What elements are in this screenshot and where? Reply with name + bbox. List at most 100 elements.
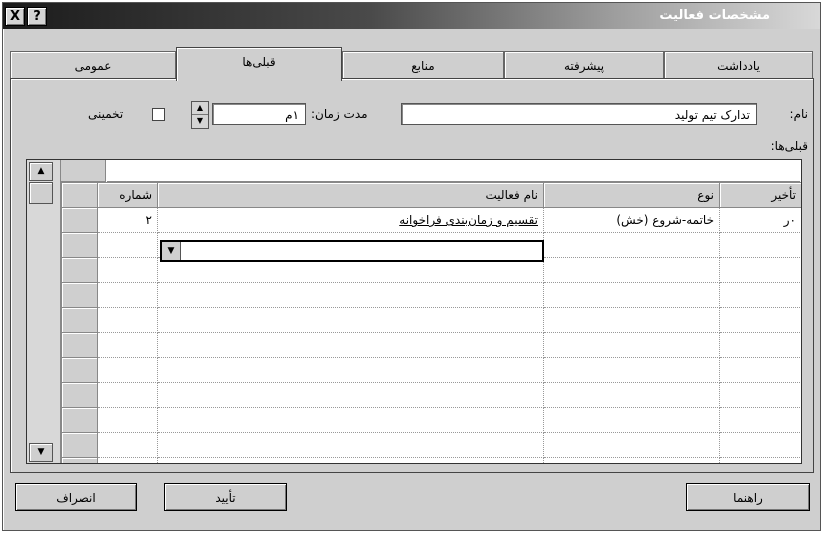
cell-id[interactable] bbox=[97, 307, 158, 333]
close-icon: X bbox=[9, 9, 21, 24]
cell-id[interactable] bbox=[97, 332, 158, 358]
cell-task-name[interactable] bbox=[157, 457, 544, 463]
cell-lag[interactable] bbox=[719, 257, 801, 283]
cell-task-name[interactable]: تقسیم و زمان‌بندی فراخوانه bbox=[157, 207, 544, 233]
cell-lag[interactable] bbox=[719, 332, 801, 358]
tab-strip: عمومی قبلی‌ها منابع پیشرفته یادداشت bbox=[10, 47, 813, 81]
cell-lag[interactable] bbox=[719, 357, 801, 383]
cell-type[interactable] bbox=[543, 282, 720, 308]
row-header[interactable] bbox=[61, 457, 98, 463]
stepper-up-icon[interactable]: ▲ bbox=[192, 102, 208, 115]
predecessors-grid[interactable]: ▲ ▼ شماره نام فعالیت نوع تأخیر ۲ تقسیم و… bbox=[26, 159, 802, 464]
table-row[interactable] bbox=[61, 307, 801, 333]
tab-advanced[interactable]: پیشرفته bbox=[504, 51, 664, 80]
cell-id[interactable] bbox=[97, 232, 158, 258]
cell-task-name[interactable] bbox=[157, 307, 544, 333]
duration-field[interactable]: ۱م bbox=[212, 103, 306, 125]
cell-type[interactable] bbox=[543, 307, 720, 333]
row-header[interactable] bbox=[61, 407, 98, 433]
cell-id[interactable] bbox=[97, 457, 158, 463]
table-row[interactable] bbox=[61, 382, 801, 408]
cell-lag[interactable] bbox=[719, 282, 801, 308]
cell-id[interactable] bbox=[97, 282, 158, 308]
cell-id[interactable] bbox=[97, 257, 158, 283]
row-header[interactable] bbox=[61, 332, 98, 358]
row-header[interactable] bbox=[61, 357, 98, 383]
scroll-up-icon[interactable]: ▲ bbox=[29, 162, 53, 181]
table-row[interactable]: ۲ تقسیم و زمان‌بندی فراخوانه خاتمه-شروع … bbox=[61, 207, 801, 233]
cell-type[interactable] bbox=[543, 332, 720, 358]
cell-type[interactable] bbox=[543, 257, 720, 283]
row-header[interactable] bbox=[61, 432, 98, 458]
tab-general[interactable]: عمومی bbox=[10, 51, 176, 80]
cell-id[interactable] bbox=[97, 432, 158, 458]
cell-task-name[interactable] bbox=[157, 382, 544, 408]
duration-stepper[interactable]: ▲ ▼ bbox=[191, 101, 209, 129]
ok-button[interactable]: تأیید bbox=[164, 483, 287, 511]
col-header-task-name[interactable]: نام فعالیت bbox=[157, 182, 544, 208]
cell-type[interactable] bbox=[543, 457, 720, 463]
cell-task-name[interactable] bbox=[157, 282, 544, 308]
cell-task-name[interactable] bbox=[157, 332, 544, 358]
grid-table: شماره نام فعالیت نوع تأخیر ۲ تقسیم و زما… bbox=[61, 182, 801, 463]
table-row[interactable] bbox=[61, 357, 801, 383]
tab-resources-label: منابع bbox=[411, 59, 435, 73]
cancel-button[interactable]: انصراف bbox=[15, 483, 137, 511]
tab-general-label: عمومی bbox=[74, 59, 112, 73]
task-name-text: تقسیم و زمان‌بندی فراخوانه bbox=[399, 213, 538, 227]
stepper-down-icon[interactable]: ▼ bbox=[192, 115, 208, 127]
table-row[interactable] bbox=[61, 457, 801, 463]
scroll-thumb[interactable] bbox=[29, 182, 53, 204]
col-header-id[interactable]: شماره bbox=[97, 182, 158, 208]
estimated-label: تخمینی bbox=[88, 107, 124, 121]
help-button[interactable]: راهنما bbox=[686, 483, 810, 511]
cell-id[interactable] bbox=[97, 407, 158, 433]
cell-type[interactable] bbox=[543, 382, 720, 408]
table-row[interactable] bbox=[61, 407, 801, 433]
predecessors-label: قبلی‌ها: bbox=[770, 139, 808, 153]
cell-id[interactable]: ۲ bbox=[97, 207, 158, 233]
chevron-down-icon[interactable]: ▼ bbox=[162, 242, 181, 260]
cell-lag[interactable] bbox=[719, 407, 801, 433]
name-field[interactable]: تدارک تیم تولید bbox=[401, 103, 757, 125]
entry-bar-header bbox=[61, 160, 106, 182]
close-button[interactable]: X bbox=[5, 7, 25, 26]
cell-lag[interactable]: ۰ر bbox=[719, 207, 801, 233]
table-row[interactable] bbox=[61, 332, 801, 358]
help-icon-button[interactable]: ? bbox=[27, 7, 47, 26]
row-header[interactable] bbox=[61, 207, 98, 233]
cell-type[interactable]: خاتمه-شروع (خش) bbox=[543, 207, 720, 233]
cell-lag[interactable] bbox=[719, 382, 801, 408]
cell-type[interactable] bbox=[543, 357, 720, 383]
col-header-type[interactable]: نوع bbox=[543, 182, 720, 208]
cell-type[interactable] bbox=[543, 432, 720, 458]
cell-id[interactable] bbox=[97, 382, 158, 408]
cell-task-name[interactable] bbox=[157, 407, 544, 433]
col-header-lag[interactable]: تأخیر bbox=[719, 182, 801, 208]
cell-task-name[interactable] bbox=[157, 357, 544, 383]
estimated-checkbox[interactable] bbox=[152, 108, 165, 121]
table-row[interactable] bbox=[61, 432, 801, 458]
cell-lag[interactable] bbox=[719, 457, 801, 463]
row-header[interactable] bbox=[61, 382, 98, 408]
cell-task-name[interactable] bbox=[157, 432, 544, 458]
cell-id[interactable] bbox=[97, 357, 158, 383]
row-header[interactable] bbox=[61, 307, 98, 333]
tab-predecessors[interactable]: قبلی‌ها bbox=[176, 47, 342, 81]
row-header[interactable] bbox=[61, 232, 98, 258]
cell-lag[interactable] bbox=[719, 232, 801, 258]
vertical-scrollbar[interactable]: ▲ ▼ bbox=[27, 160, 61, 463]
question-mark-icon: ? bbox=[33, 9, 41, 24]
cell-type[interactable] bbox=[543, 232, 720, 258]
scroll-down-icon[interactable]: ▼ bbox=[29, 443, 53, 462]
table-row[interactable] bbox=[61, 282, 801, 308]
cell-lag[interactable] bbox=[719, 307, 801, 333]
row-header[interactable] bbox=[61, 282, 98, 308]
row-header[interactable] bbox=[61, 257, 98, 283]
cell-type[interactable] bbox=[543, 407, 720, 433]
tab-resources[interactable]: منابع bbox=[342, 51, 504, 80]
tab-notes[interactable]: یادداشت bbox=[664, 51, 813, 80]
cell-lag[interactable] bbox=[719, 432, 801, 458]
task-name-dropdown[interactable]: ▼ bbox=[160, 240, 544, 262]
grid-entry-bar[interactable] bbox=[107, 160, 800, 182]
